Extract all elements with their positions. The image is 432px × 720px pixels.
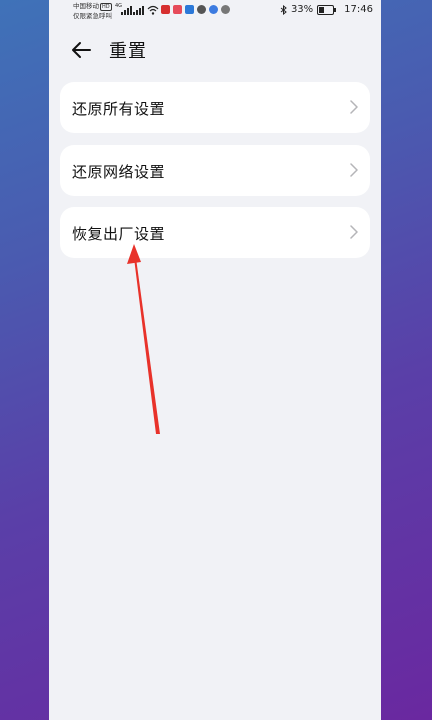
menu-item-label: 还原网络设置 <box>72 163 166 181</box>
clock: 17:46 <box>344 4 373 15</box>
chevron-right-icon <box>350 100 358 114</box>
app-notification-icon <box>197 5 206 14</box>
chevron-right-icon <box>350 163 358 177</box>
app-notification-icon <box>173 5 182 14</box>
signal-icon <box>121 6 132 15</box>
app-notification-icon <box>185 5 194 14</box>
bluetooth-icon <box>280 4 287 15</box>
phone-screen: 中国移动 HD 仅限紧急呼叫 4G 33% 17:46 重置 还原所有设置 还原… <box>49 0 381 720</box>
emergency-only-text: 仅限紧急呼叫 <box>73 12 112 20</box>
app-notification-icon <box>209 5 218 14</box>
app-notification-icon <box>161 5 170 14</box>
back-arrow-icon[interactable] <box>69 38 93 62</box>
reset-all-settings-item[interactable]: 还原所有设置 <box>60 82 370 133</box>
menu-item-label: 还原所有设置 <box>72 100 166 118</box>
menu-item-label: 恢复出厂设置 <box>72 225 166 243</box>
right-status-group: 33% 17:46 <box>280 4 373 15</box>
notification-icons <box>161 5 230 14</box>
app-notification-icon <box>221 5 230 14</box>
status-bar: 中国移动 HD 仅限紧急呼叫 4G 33% 17:46 <box>49 0 381 24</box>
carrier-name: 中国移动 <box>73 2 99 10</box>
header: 重置 <box>49 30 381 70</box>
hd-badge: HD <box>100 3 112 11</box>
battery-percent: 33% <box>290 4 314 15</box>
wifi-icon <box>147 5 159 15</box>
carrier-info: 中国移动 HD 仅限紧急呼叫 <box>73 1 112 21</box>
reset-network-settings-item[interactable]: 还原网络设置 <box>60 145 370 196</box>
page-title: 重置 <box>109 41 147 62</box>
chevron-right-icon <box>350 225 358 239</box>
signal-icon-2 <box>133 6 144 15</box>
factory-reset-item[interactable]: 恢复出厂设置 <box>60 207 370 258</box>
battery-icon <box>317 4 337 15</box>
annotation-arrow-shaft <box>134 258 160 434</box>
